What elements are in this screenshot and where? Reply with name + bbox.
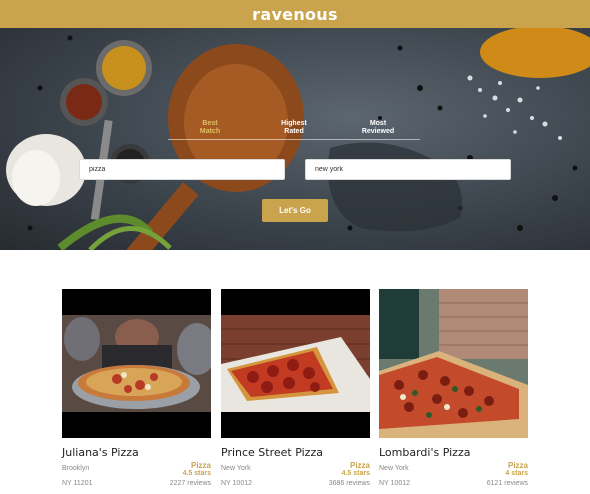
sort-option-label: Most: [369, 120, 387, 127]
sort-option-label: Reviewed: [361, 128, 395, 135]
business-zip: NY 10012: [221, 480, 253, 487]
sort-option-most-reviewed[interactable]: Most Reviewed: [336, 120, 420, 136]
business-name: Lombardi's Pizza: [379, 446, 471, 459]
sort-option-label: Match: [199, 128, 221, 135]
business-card[interactable]: Juliana's Pizza Pizza Brooklyn 4.5 stars…: [62, 289, 211, 487]
search-submit-button[interactable]: Let's Go: [262, 199, 328, 222]
sort-option-label: Highest: [281, 120, 307, 127]
app-logo: ravenous: [252, 4, 338, 24]
business-photo: [62, 289, 211, 438]
sort-option-label: Best: [202, 120, 218, 127]
business-photo: [221, 289, 370, 438]
business-category: Pizza: [507, 461, 528, 470]
sort-option-best-match[interactable]: Best Match: [168, 120, 252, 136]
business-city: New York: [221, 465, 251, 472]
location-input[interactable]: [305, 159, 511, 180]
sort-option-highest-rated[interactable]: Highest Rated: [252, 120, 336, 136]
business-rating: 4.5 stars: [182, 470, 211, 477]
business-photo: [379, 289, 528, 438]
business-city: New York: [379, 465, 409, 472]
business-review-count: 3686 reviews: [328, 480, 370, 487]
business-name: Prince Street Pizza: [221, 446, 323, 459]
nav-bar: ravenous: [0, 0, 590, 28]
business-card[interactable]: Prince Street Pizza Pizza New York 4.5 s…: [221, 289, 370, 487]
search-hero: Best Match Highest Rated Most Reviewed L…: [0, 28, 590, 250]
business-zip: NY 10012: [379, 480, 411, 487]
sort-options: Best Match Highest Rated Most Reviewed: [168, 120, 420, 140]
business-category: Pizza: [190, 461, 211, 470]
business-review-count: 6121 reviews: [486, 480, 528, 487]
business-card[interactable]: Lombardi's Pizza Pizza New York 4 stars …: [379, 289, 528, 487]
business-zip: NY 11201: [62, 480, 93, 487]
business-review-count: 2227 reviews: [169, 480, 211, 487]
business-name: Juliana's Pizza: [62, 446, 139, 459]
business-city: Brooklyn: [62, 465, 90, 472]
search-term-input[interactable]: [79, 159, 285, 180]
sort-option-label: Rated: [284, 128, 304, 135]
business-rating: 4 stars: [505, 470, 528, 477]
business-category: Pizza: [349, 461, 370, 470]
business-rating: 4.5 stars: [341, 470, 370, 477]
